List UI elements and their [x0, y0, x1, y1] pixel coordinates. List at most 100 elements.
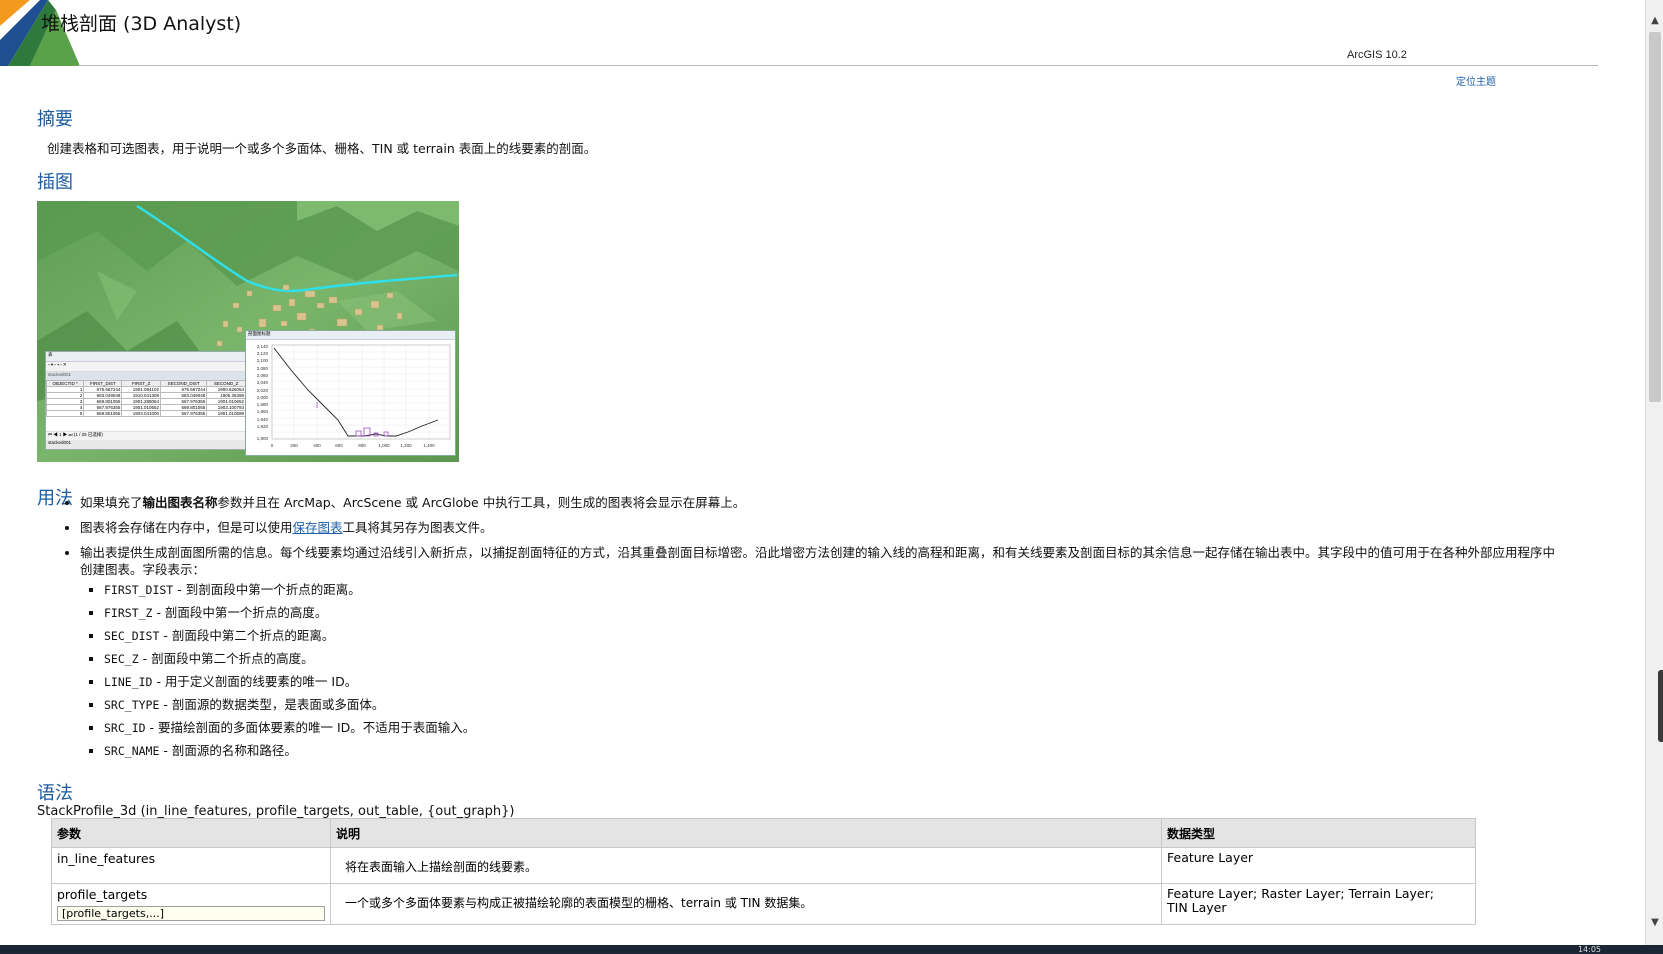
version-label: ArcGIS 10.2 [1347, 49, 1407, 61]
param-desc-cell: 一个或多个多面体要素与构成正被描绘轮廓的表面模型的栅格、terrain 或 TI… [330, 883, 1162, 925]
table-row: profile_targets [profile_targets,...] 一个… [51, 883, 1476, 925]
field-item: FIRST_Z - 剖面段中第一个折点的高度。 [104, 604, 1645, 622]
usage-item: 图表将会存储在内存中，但是可以使用保存图表工具将其另存为图表文件。 [80, 519, 1645, 536]
graph-y-tick: 2,020 [257, 388, 269, 393]
attribute-table-window: 表 ▫ ▾ ▫ ▪ ▫ ✕ stacked001 OBJECTID * FIRS… [45, 351, 247, 450]
usage-text: 输出表提供生成剖面图所需的信息。每个线要素均通过沿线引入新折点，以捕捉剖面特征的… [80, 545, 1556, 560]
usage-text: 图表将会存储在内存中，但是可以使用 [80, 520, 293, 535]
param-dtype-cell: Feature Layer; Raster Layer; Terrain Lay… [1161, 883, 1476, 925]
taskbar-clock: 14:05 [1577, 945, 1601, 954]
param-col-header: 参数 [51, 818, 331, 848]
param-name-cell: profile_targets [profile_targets,...] [51, 883, 331, 925]
syntax-heading: 语法 [37, 783, 73, 804]
field-item: LINE_ID - 用于定义剖面的线要素的唯一 ID。 [104, 673, 1645, 691]
table-cell: 1903.041000 [121, 410, 162, 417]
graph-y-tick: 1,920 [257, 424, 269, 429]
field-desc: - 剖面段中第二个折点的高度。 [138, 651, 314, 666]
graph-x-tick: 200 [290, 443, 298, 448]
field-desc: - 剖面源的名称和路径。 [159, 743, 297, 758]
graph-y-tick: 1,940 [257, 417, 269, 422]
table-tab: stacked001 [46, 440, 246, 449]
graph-y-tick: 2,100 [257, 358, 269, 363]
table-cell: 5 [45, 410, 85, 417]
graph-y-tick: 2,140 [257, 344, 269, 349]
graph-y-tick: 1,960 [257, 409, 269, 414]
mini-attribute-table: OBJECTID * FIRST_DIST FIRST_Z SECOND_DIS… [45, 380, 246, 417]
graph-y-tick: 2,060 [257, 373, 269, 378]
field-list: FIRST_DIST - 到剖面段中第一个折点的距离。 FIRST_Z - 剖面… [80, 581, 1645, 760]
table-row: in_line_features 将在表面输入上描绘剖面的线要素。 Featur… [51, 847, 1476, 884]
table-col-header: SECOND_DIST [160, 380, 208, 387]
dtype-col-header: 数据类型 [1161, 818, 1476, 848]
scroll-up-arrow-icon[interactable]: ▲ [1646, 12, 1663, 30]
page-title: 堆栈剖面 (3D Analyst) [41, 13, 242, 35]
usage-item: 输出表提供生成剖面图所需的信息。每个线要素均通过沿线引入新折点，以捕捉剖面特征的… [80, 544, 1645, 760]
graph-y-tick: 2,080 [257, 366, 269, 371]
field-item: SEC_Z - 剖面段中第二个折点的高度。 [104, 650, 1645, 668]
usage-text: 如果填充了 [80, 495, 143, 510]
field-name: SRC_TYPE [104, 698, 160, 712]
table-row: 5 669.801055 1903.041000 667.976355 1901… [45, 410, 246, 417]
field-item: SRC_NAME - 剖面源的名称和路径。 [104, 742, 1645, 760]
table-window-title: 表 [46, 352, 246, 362]
help-page: 堆栈剖面 (3D Analyst) ArcGIS 10.2 定位主题 摘要 创建… [0, 0, 1645, 945]
dtype-line: Feature Layer; Raster Layer; Terrain Lay… [1167, 886, 1434, 901]
usage-text: 创建图表。字段表示： [80, 562, 206, 577]
dtype-line: TIN Layer [1167, 900, 1227, 915]
header-divider [78, 65, 1598, 66]
table-cell: 667.976355 [160, 410, 208, 417]
graph-x-tick: 1,400 [423, 443, 435, 448]
table-header-row: OBJECTID * FIRST_DIST FIRST_Z SECOND_DIS… [45, 380, 246, 387]
param-desc-cell: 将在表面输入上描绘剖面的线要素。 [330, 847, 1162, 884]
graph-x-tick: 600 [335, 443, 343, 448]
scrollbar-thumb[interactable] [1649, 32, 1661, 402]
graph-x-tick: 800 [358, 443, 366, 448]
graph-y-tick: 2,000 [257, 395, 269, 400]
table-toolbar: ▫ ▾ ▫ ▪ ▫ ✕ [46, 362, 246, 372]
summary-heading: 摘要 [37, 109, 73, 130]
summary-text: 创建表格和可选图表，用于说明一个或多个多面体、栅格、TIN 或 terrain … [47, 141, 597, 156]
field-name: FIRST_Z [104, 606, 153, 620]
os-taskbar: 14:05 [0, 945, 1663, 954]
field-desc: - 剖面源的数据类型，是表面或多面体。 [159, 697, 385, 712]
field-desc: - 到剖面段中第一个折点的距离。 [173, 582, 361, 597]
page-header: 堆栈剖面 (3D Analyst) ArcGIS 10.2 [0, 0, 1610, 66]
profile-graph-window: 剖面图标题 2,140 2,120 2,100 2,080 2,060 2,04… [245, 330, 456, 456]
graph-y-tick: 1,980 [257, 402, 269, 407]
save-graph-link[interactable]: 保存图表 [293, 520, 343, 535]
param-table-header: 参数 说明 数据类型 [51, 818, 1476, 848]
graph-y-tick: 2,120 [257, 351, 269, 356]
locate-topic-link[interactable]: 定位主题 [1456, 73, 1496, 88]
field-item: FIRST_DIST - 到剖面段中第一个折点的距离。 [104, 581, 1645, 599]
usage-text: 工具将其另存为图表文件。 [342, 520, 493, 535]
side-panel-handle[interactable] [1658, 670, 1663, 742]
table-cell: 669.801055 [83, 410, 123, 417]
graph-window-title: 剖面图标题 [246, 331, 455, 340]
table-cell: 1901.010598 [206, 410, 246, 417]
illustration-image: 表 ▫ ▾ ▫ ▪ ▫ ✕ stacked001 OBJECTID * FIRS… [37, 201, 459, 462]
scroll-down-arrow-icon[interactable]: ▼ [1646, 914, 1663, 932]
param-name-bold: 输出图表名称 [142, 495, 218, 510]
desc-col-header: 说明 [330, 818, 1162, 848]
usage-text: 参数并且在 ArcMap、ArcScene 或 ArcGlobe 中执行工具，则… [217, 495, 746, 510]
vertical-scrollbar[interactable]: ▲ ▼ [1645, 0, 1663, 945]
field-name: SEC_Z [104, 652, 139, 666]
field-desc: - 要描绘剖面的多面体要素的唯一 ID。不适用于表面输入。 [145, 720, 476, 735]
profile-targets-input[interactable]: [profile_targets,...] [57, 906, 325, 921]
param-name-cell: in_line_features [51, 847, 331, 884]
field-item: SEC_DIST - 剖面段中第二个折点的距离。 [104, 627, 1645, 645]
field-item: SRC_TYPE - 剖面源的数据类型，是表面或多面体。 [104, 696, 1645, 714]
parameter-table: 参数 说明 数据类型 in_line_features 将在表面输入上描绘剖面的… [51, 818, 1476, 925]
param-name: profile_targets [57, 887, 148, 902]
field-desc: - 剖面段中第一个折点的高度。 [152, 605, 328, 620]
illustration-heading: 插图 [37, 172, 73, 193]
usage-list: 如果填充了输出图表名称参数并且在 ArcMap、ArcScene 或 ArcGl… [52, 494, 1645, 768]
graph-x-tick: 400 [313, 443, 321, 448]
field-desc: - 用于定义剖面的线要素的唯一 ID。 [152, 674, 358, 689]
param-dtype-cell: Feature Layer [1161, 847, 1476, 884]
field-desc: - 剖面段中第二个折点的距离。 [159, 628, 335, 643]
field-name: FIRST_DIST [104, 583, 174, 597]
table-record-status: (1 / 25 已选择) [73, 432, 103, 437]
syntax-signature: StackProfile_3d (in_line_features, profi… [37, 804, 515, 819]
profile-graph: 2,140 2,120 2,100 2,080 2,060 2,040 2,02… [257, 344, 451, 448]
